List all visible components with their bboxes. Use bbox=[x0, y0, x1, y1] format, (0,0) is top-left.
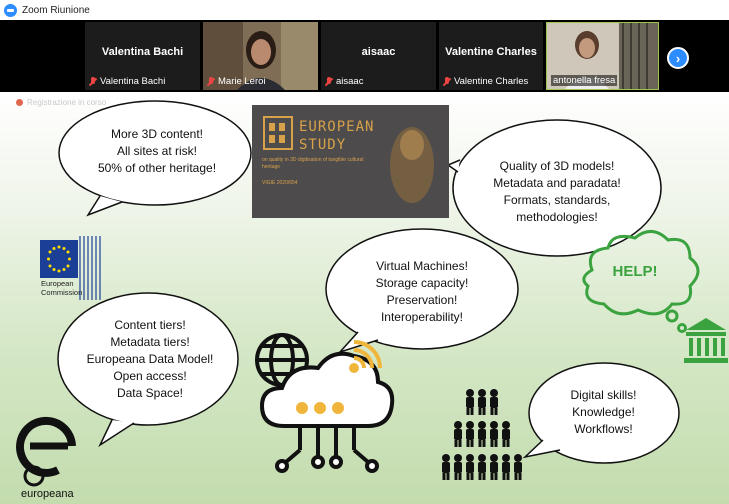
study-title-line1: EUROPEAN bbox=[299, 119, 375, 135]
europeana-logo-icon bbox=[16, 417, 76, 487]
bubble-text-bottom-right: Digital skills! Knowledge! Workflows! bbox=[570, 388, 637, 436]
ec-logo-text: European Commission bbox=[41, 279, 82, 297]
bubble-text-top-left: More 3D content! All sites at risk! 50% … bbox=[97, 127, 217, 175]
ec-logo-line2: Commission bbox=[41, 288, 83, 297]
ec-logo-line1: European bbox=[41, 279, 74, 288]
europeana-logo-text: europeana bbox=[21, 488, 74, 500]
people-group-icon bbox=[442, 389, 522, 480]
study-title-line2: STUDY bbox=[299, 137, 347, 153]
bubble-text-middle: Virtual Machines! Storage capacity! Pres… bbox=[375, 259, 469, 324]
museum-icon bbox=[684, 318, 728, 363]
cloud-network-icon bbox=[255, 333, 395, 473]
bubble-text-bottom-left: Content tiers! Metadata tiers! Europeana… bbox=[86, 318, 214, 400]
cloud-dots bbox=[296, 402, 344, 414]
study-reference: VIGIE 2020/654 bbox=[262, 180, 298, 186]
bubble-text-top-right: Quality of 3D models! Metadata and parad… bbox=[493, 159, 621, 224]
help-text: HELP! bbox=[612, 263, 658, 280]
eu-study-cover: EUROPEAN STUDY on quality in 3D digitisa… bbox=[252, 105, 449, 218]
study-subtitle: on quality in 3D digitisation of tangibl… bbox=[262, 157, 364, 170]
